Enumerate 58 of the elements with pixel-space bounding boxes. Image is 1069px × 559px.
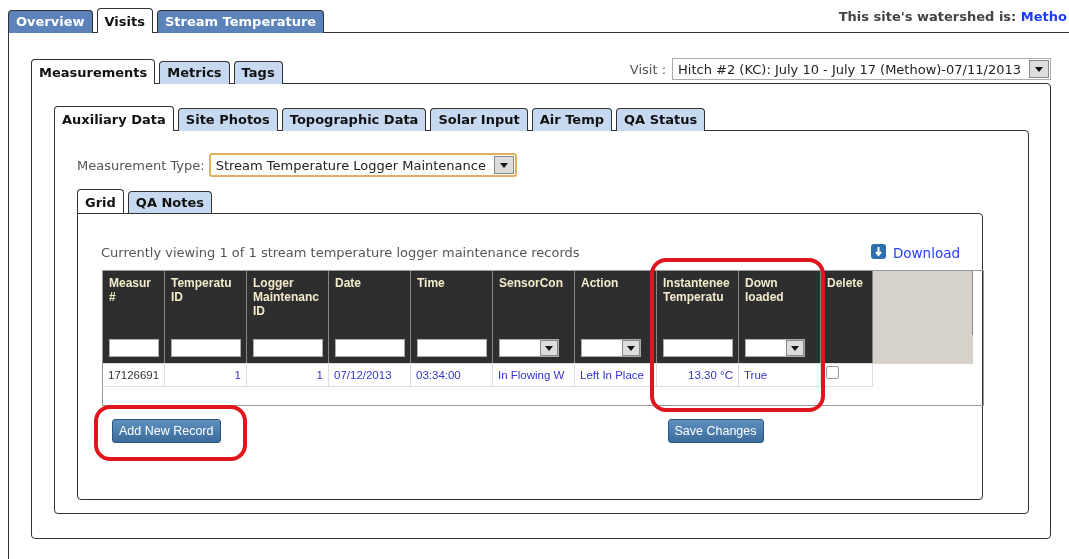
- filter-field[interactable]: [109, 339, 159, 357]
- filter-dropdown[interactable]: [745, 339, 805, 357]
- filter-field[interactable]: [663, 339, 733, 357]
- watershed-link[interactable]: Metho: [1020, 9, 1067, 24]
- tab[interactable]: Metrics: [159, 61, 230, 84]
- add-record-button[interactable]: Add New Record: [112, 419, 221, 443]
- tab[interactable]: QA Status: [616, 108, 706, 131]
- measurement-type-label: Measurement Type:: [77, 157, 205, 173]
- dropdown-arrow-icon: [545, 345, 553, 351]
- dropdown-arrow-icon: [1035, 66, 1043, 72]
- tab[interactable]: Visits: [96, 8, 153, 33]
- column-header: Temperatu ID: [164, 271, 247, 335]
- tab[interactable]: Overview: [8, 10, 93, 33]
- filter-dropdown[interactable]: [499, 339, 559, 357]
- tab[interactable]: Site Photos: [177, 108, 278, 131]
- table-cell: 03:34:00: [410, 363, 493, 387]
- watershed-label: This site's watershed is:: [838, 9, 1017, 24]
- table-cell: 17126691: [103, 363, 165, 387]
- column-header: Instantenee Temperatu: [656, 271, 739, 335]
- column-header: Logger Maintenanc ID: [246, 271, 329, 335]
- column-header: Date: [328, 271, 411, 335]
- tab[interactable]: Topographic Data: [281, 108, 427, 131]
- dropdown-arrow-icon: [499, 162, 508, 168]
- dropdown-arrow-icon: [791, 345, 799, 351]
- table-cell: Left In Place: [574, 363, 657, 387]
- table-cell: 1: [164, 363, 247, 387]
- delete-checkbox[interactable]: [826, 366, 839, 379]
- visit-dropdown[interactable]: Hitch #2 (KC): July 10 - July 17 (Methow)-07/11/2013: [672, 58, 1051, 80]
- column-header: SensorCon: [492, 271, 575, 335]
- visit-label: Visit :: [629, 61, 667, 77]
- tab[interactable]: QA Notes: [127, 191, 213, 214]
- table-cell: True: [738, 363, 821, 387]
- filter-field[interactable]: [171, 339, 241, 357]
- tab[interactable]: Tags: [233, 61, 283, 84]
- download-link[interactable]: Download: [870, 244, 960, 261]
- filter-field[interactable]: [417, 339, 487, 357]
- table-cell: 13.30 °C: [656, 363, 739, 387]
- filter-dropdown[interactable]: [581, 339, 641, 357]
- table-cell: 1: [246, 363, 329, 387]
- table-cell: 07/12/2013: [328, 363, 411, 387]
- column-header: Action: [574, 271, 657, 335]
- column-header: Time: [410, 271, 493, 335]
- tab[interactable]: Grid: [77, 189, 124, 214]
- column-header: Measur #: [103, 271, 165, 335]
- filter-field[interactable]: [253, 339, 323, 357]
- filter-field[interactable]: [335, 339, 405, 357]
- save-changes-button[interactable]: Save Changes: [667, 419, 764, 443]
- dropdown-arrow-icon: [627, 345, 635, 351]
- tab[interactable]: Air Temp: [531, 108, 612, 131]
- tab[interactable]: Solar Input: [430, 108, 528, 131]
- tab[interactable]: Stream Temperature: [156, 10, 325, 33]
- tab[interactable]: Measurements: [31, 59, 156, 84]
- download-icon: [870, 244, 887, 261]
- measurement-type-dropdown[interactable]: Stream Temperature Logger Maintenance: [208, 153, 517, 177]
- table-cell: In Flowing W: [492, 363, 575, 387]
- column-header: Down loaded: [738, 271, 821, 335]
- records-summary: Currently viewing 1 of 1 stream temperature logger maintenance records: [101, 245, 580, 260]
- tab[interactable]: Auxiliary Data: [54, 106, 174, 131]
